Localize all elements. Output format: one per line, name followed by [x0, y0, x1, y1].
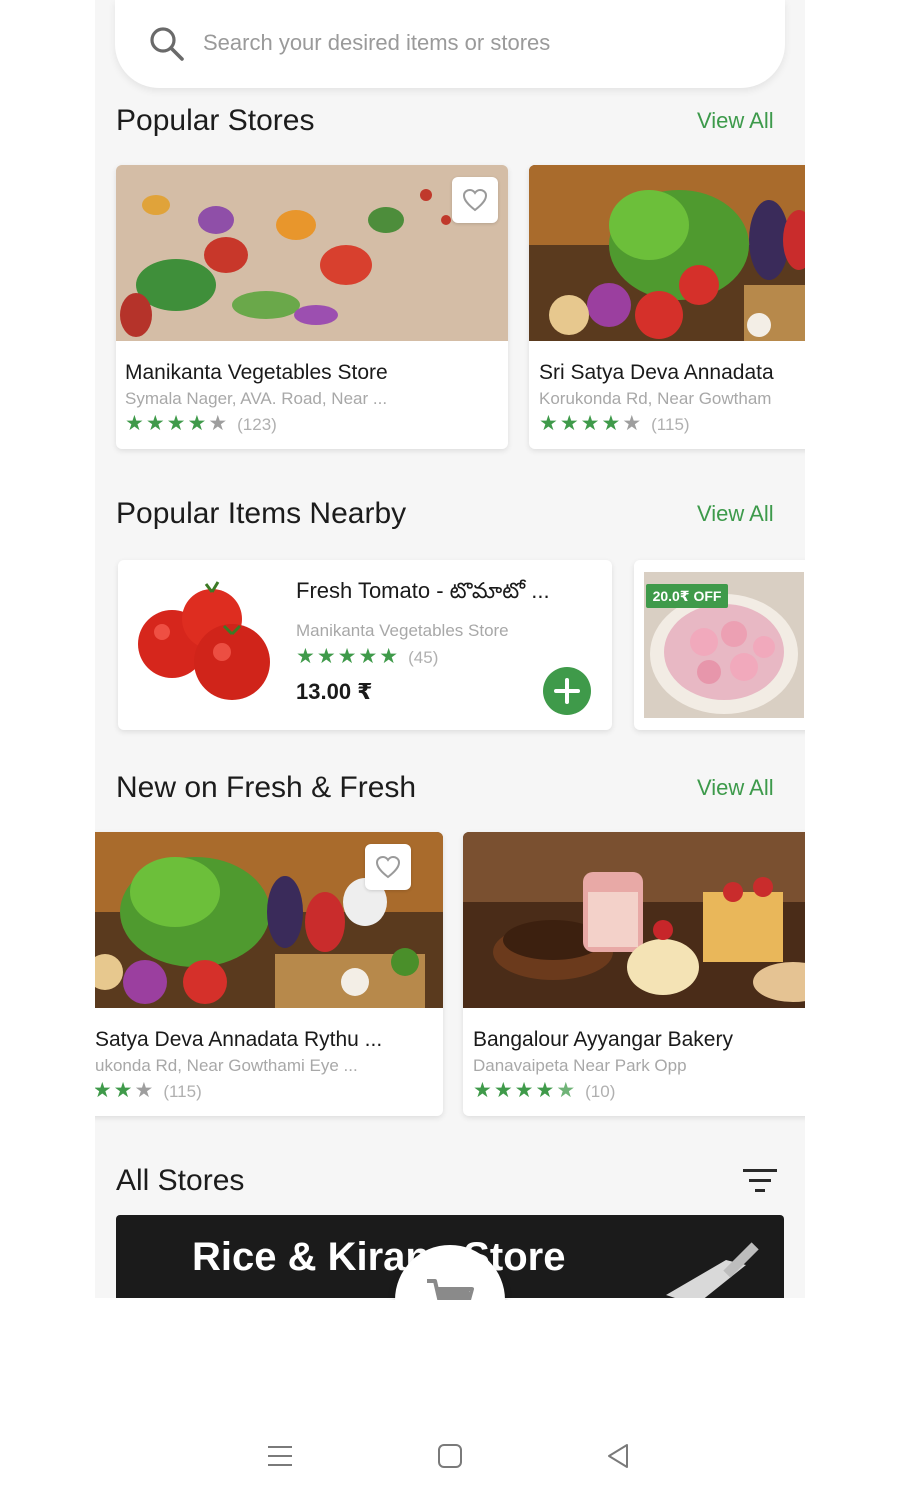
store-card[interactable]: Satya Deva Annadata Rythu ... ukonda Rd,…: [95, 832, 443, 1116]
store-card[interactable]: Manikanta Vegetables Store Symala Nager,…: [116, 165, 508, 449]
recent-apps-icon[interactable]: [266, 1444, 294, 1468]
store-address: Danavaipeta Near Park Opp: [473, 1056, 687, 1075]
item-card[interactable]: Fresh Tomato - టొమాటో ... Manikanta Vege…: [118, 560, 612, 730]
scoop-image: [666, 1242, 759, 1300]
store-name: Satya Deva Annadata Rythu ...: [95, 1028, 383, 1051]
rating-stars: ★★★★★ (10): [473, 1079, 616, 1102]
rating-count: (115): [163, 1082, 202, 1101]
banner-text: Rice & Kirana Store: [192, 1235, 566, 1279]
store-address: ukonda Rd, Near Gowthami Eye ...: [95, 1056, 358, 1075]
popular-stores-view-all[interactable]: View All: [697, 108, 774, 134]
store-card[interactable]: Bangalour Ayyangar Bakery Danavaipeta Ne…: [463, 832, 805, 1116]
store-image: [463, 832, 805, 1008]
system-nav-bar: [0, 1408, 900, 1500]
store-image: [529, 165, 805, 341]
discount-badge: 20.0₹ OFF: [646, 584, 728, 608]
item-image: [132, 574, 282, 704]
new-on-title: New on Fresh & Fresh: [116, 771, 417, 804]
favorite-button[interactable]: [452, 177, 498, 223]
store-image: [116, 165, 508, 341]
add-to-cart-button[interactable]: [543, 667, 591, 715]
rating-stars: ★★★★(115): [95, 1079, 202, 1102]
store-address: Symala Nager, AVA. Road, Near ...: [125, 389, 388, 408]
rating-count: (10): [585, 1082, 616, 1101]
rating-stars: ★★★★★ (45): [296, 645, 439, 668]
rating-stars: ★★★★★ (115): [539, 412, 690, 435]
rating-count: (115): [651, 415, 690, 434]
store-name: Bangalour Ayyangar Bakery: [473, 1028, 733, 1051]
favorite-button[interactable]: [365, 844, 411, 890]
rating-count: (123): [237, 415, 277, 434]
all-stores-title: All Stores: [116, 1164, 245, 1197]
item-store: Manikanta Vegetables Store: [296, 621, 509, 640]
plus-icon: [554, 678, 580, 704]
item-name: Fresh Tomato - టొమాటో ...: [296, 578, 550, 603]
rating-stars: ★★★★★ (123): [125, 412, 277, 435]
item-price: 13.00 ₹: [296, 679, 373, 704]
store-card[interactable]: Sri Satya Deva Annadata Korukonda Rd, Ne…: [529, 165, 805, 449]
new-on-view-all[interactable]: View All: [697, 775, 774, 801]
popular-stores-title: Popular Stores: [116, 104, 315, 137]
home-system-icon[interactable]: [437, 1443, 463, 1469]
heart-outline-icon: [462, 188, 488, 212]
popular-items-view-all[interactable]: View All: [697, 501, 774, 527]
store-name: Sri Satya Deva Annadata: [539, 361, 774, 384]
rating-count: (45): [408, 648, 439, 667]
filter-icon[interactable]: [741, 1166, 779, 1196]
popular-items-title: Popular Items Nearby: [116, 497, 407, 530]
store-address: Korukonda Rd, Near Gowtham: [539, 389, 772, 408]
app-screen: Search your desired items or stores Popu…: [95, 0, 805, 1300]
back-icon[interactable]: [605, 1443, 631, 1469]
item-card[interactable]: 20.0₹ OFF: [634, 560, 805, 730]
heart-outline-icon: [375, 855, 401, 879]
store-name: Manikanta Vegetables Store: [125, 361, 388, 384]
search-icon: [150, 27, 184, 61]
search-placeholder: Search your desired items or stores: [203, 30, 551, 55]
cart-icon: [427, 1279, 474, 1300]
search-bar[interactable]: Search your desired items or stores: [115, 0, 785, 88]
